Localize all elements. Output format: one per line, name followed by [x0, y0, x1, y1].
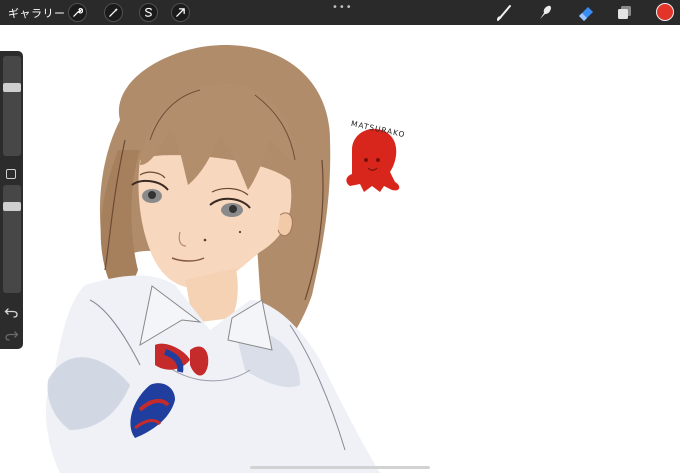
drawing-canvas[interactable]: MATSURAKO: [0, 25, 680, 473]
eraser-icon[interactable]: [576, 3, 596, 22]
more-options-icon[interactable]: •••: [332, 2, 353, 13]
transform-arrow-icon[interactable]: [171, 3, 190, 22]
smudge-icon[interactable]: [535, 3, 555, 22]
gallery-button[interactable]: ギャラリー: [8, 5, 66, 21]
actions-wrench-icon[interactable]: [68, 3, 87, 22]
home-indicator: [250, 466, 430, 469]
adjustments-magic-wand-icon[interactable]: [104, 3, 123, 22]
octopus-mascot-image: [346, 128, 400, 192]
selection-icon[interactable]: [139, 3, 158, 22]
color-picker-button[interactable]: [656, 3, 674, 21]
top-toolbar: ギャラリー •••: [0, 0, 680, 25]
brush-icon[interactable]: [495, 3, 515, 22]
layers-icon[interactable]: [615, 3, 635, 22]
